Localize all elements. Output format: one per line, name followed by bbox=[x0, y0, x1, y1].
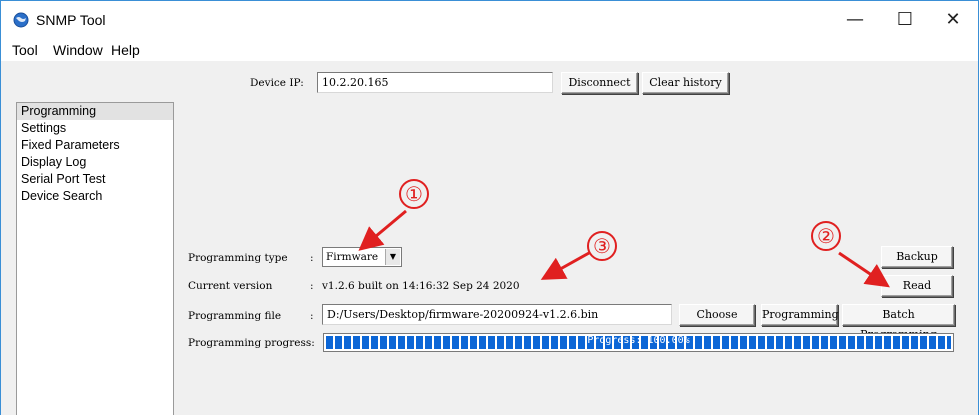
sidebar-item-serial-port-test[interactable]: Serial Port Test bbox=[17, 171, 173, 188]
programming-type-label: Programming type bbox=[188, 252, 288, 264]
current-version-label: Current version bbox=[188, 280, 273, 292]
close-icon[interactable]: ✕ bbox=[941, 9, 965, 31]
sidebar-nav: Programming Settings Fixed Parameters Di… bbox=[16, 102, 174, 415]
programming-file-input[interactable]: D:/Users/Desktop/firmware-20200924-v1.2.… bbox=[322, 304, 672, 325]
sidebar-item-settings[interactable]: Settings bbox=[17, 120, 173, 137]
programming-file-label: Programming file bbox=[188, 310, 282, 322]
batch-programming-button[interactable]: Batch Programming bbox=[842, 304, 955, 341]
programming-progress-bar: Progress: 100.00% bbox=[323, 333, 954, 352]
sidebar-item-device-search[interactable]: Device Search bbox=[17, 188, 173, 205]
annotation-3: ③ bbox=[587, 231, 617, 261]
programming-progress-label: Programming progress: bbox=[188, 337, 315, 349]
title-bar: SNMP Tool — ☐ ✕ bbox=[1, 1, 978, 39]
menu-window[interactable]: Window bbox=[53, 42, 103, 58]
backup-button[interactable]: Backup bbox=[881, 246, 953, 268]
programming-type-value: Firmware bbox=[326, 251, 379, 263]
maximize-icon[interactable]: ☐ bbox=[893, 9, 917, 31]
progress-text: Progress: 100.00% bbox=[587, 335, 690, 346]
menu-bar: Tool Window Help bbox=[1, 39, 978, 61]
app-globe-icon bbox=[13, 12, 29, 28]
menu-help[interactable]: Help bbox=[111, 42, 140, 58]
programming-button[interactable]: Programming bbox=[761, 304, 839, 326]
annotation-2: ② bbox=[811, 221, 841, 251]
window-title: SNMP Tool bbox=[36, 12, 106, 28]
menu-tool[interactable]: Tool bbox=[12, 42, 38, 58]
device-ip-label: Device IP: bbox=[250, 77, 304, 89]
sidebar-item-display-log[interactable]: Display Log bbox=[17, 154, 173, 171]
device-ip-input[interactable]: 10.2.20.165 bbox=[317, 72, 553, 93]
programming-type-select[interactable]: Firmware ▼ bbox=[322, 247, 402, 267]
annotation-1: ① bbox=[399, 179, 429, 209]
read-button[interactable]: Read bbox=[881, 275, 953, 297]
chevron-down-icon[interactable]: ▼ bbox=[385, 249, 400, 265]
programming-type-colon: : bbox=[310, 252, 314, 264]
current-version-value: v1.2.6 built on 14:16:32 Sep 24 2020 bbox=[322, 280, 520, 292]
sidebar-item-fixed-parameters[interactable]: Fixed Parameters bbox=[17, 137, 173, 154]
current-version-colon: : bbox=[310, 280, 314, 292]
choose-button[interactable]: Choose bbox=[679, 304, 755, 326]
minimize-icon[interactable]: — bbox=[843, 9, 867, 31]
disconnect-button[interactable]: Disconnect bbox=[561, 72, 638, 94]
sidebar-item-programming[interactable]: Programming bbox=[17, 103, 173, 120]
programming-file-colon: : bbox=[310, 310, 314, 322]
clear-history-button[interactable]: Clear history bbox=[642, 72, 729, 94]
app-window: SNMP Tool — ☐ ✕ Tool Window Help Device … bbox=[0, 0, 979, 415]
